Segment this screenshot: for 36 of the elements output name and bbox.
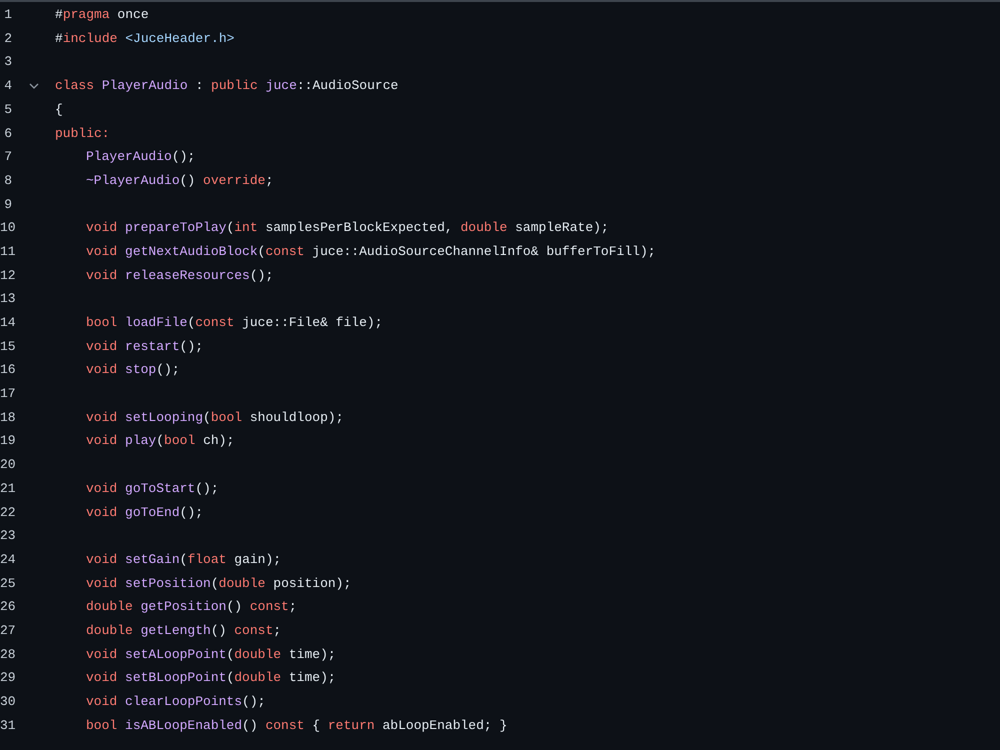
- code-line: void releaseResources();: [86, 266, 274, 285]
- code-line: void setALoopPoint(double time);: [86, 646, 336, 664]
- line-number: 7: [3, 148, 12, 166]
- code-line: void getNextAudioBlock(const juce::AudioSourceChannelInfo& bufferToFill);: [86, 242, 656, 261]
- code-line: double getLength() const;: [86, 622, 282, 640]
- code-line: bool isABLoopEnabled() const { return abLoopEnabled; }: [86, 716, 508, 735]
- code-line: class PlayerAudio : public juce::AudioSource: [55, 77, 398, 96]
- code-line: public:: [55, 124, 110, 143]
- code-line: void setLooping(bool shouldloop);: [86, 408, 344, 427]
- line-number: 5: [3, 100, 12, 119]
- code-line: #include <JuceHeader.h>: [55, 30, 234, 48]
- line-number: 6: [3, 124, 12, 143]
- code-line: double getPosition() const;: [86, 598, 297, 616]
- line-number: 27: [0, 622, 12, 640]
- line-number: 8: [3, 172, 12, 190]
- code-line: ~PlayerAudio() override;: [86, 172, 274, 190]
- line-number: 3: [3, 53, 12, 72]
- code-line: PlayerAudio();: [86, 148, 196, 166]
- line-number: 9: [3, 196, 12, 214]
- code-line: void setPosition(double position);: [86, 574, 352, 593]
- line-number: 1: [3, 6, 12, 24]
- code-line: void restart();: [86, 338, 204, 356]
- code-line: void clearLoopPoints();: [86, 693, 266, 712]
- line-number: 2: [3, 30, 12, 48]
- line-number: 4: [3, 77, 12, 96]
- code-line: bool loadFile(const juce::File& file);: [86, 314, 382, 332]
- code-line: {: [55, 100, 63, 119]
- code-line: void goToEnd();: [86, 504, 204, 522]
- code-line: void stop();: [86, 361, 180, 380]
- code-line: void setGain(float gain);: [86, 550, 282, 569]
- code-line: void play(bool ch);: [86, 432, 234, 450]
- code-line: void prepareToPlay(int samplesPerBlockExpected, double sampleRate);: [86, 219, 609, 238]
- line-number: 17: [0, 385, 12, 404]
- code-line: void setBLoopPoint(double time);: [86, 669, 336, 688]
- code-line: void goToStart();: [86, 480, 219, 498]
- code-line: #pragma once: [55, 6, 149, 24]
